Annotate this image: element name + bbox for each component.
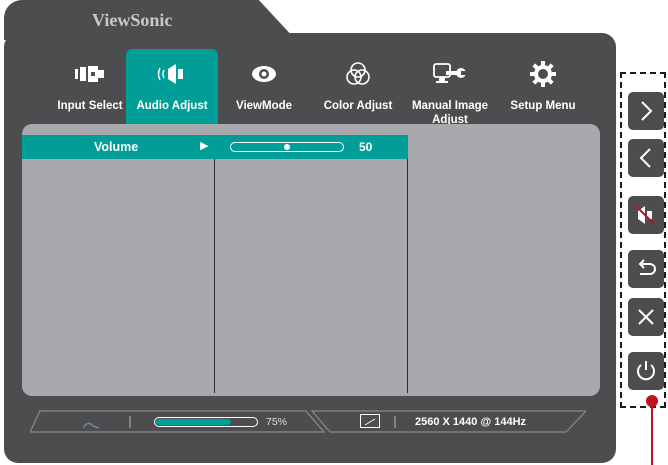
submenu-arrow-icon: ▶ bbox=[200, 140, 209, 152]
power-button[interactable] bbox=[628, 352, 664, 390]
mute-icon bbox=[635, 205, 655, 225]
brightness-percent: 75% bbox=[266, 416, 288, 428]
menu-label-setup-menu: Setup Menu bbox=[510, 100, 576, 112]
mute-button[interactable] bbox=[628, 196, 664, 234]
signal-icon bbox=[82, 417, 102, 429]
speaker-icon bbox=[126, 61, 218, 87]
gear-icon bbox=[497, 61, 589, 87]
callout-line bbox=[651, 402, 653, 465]
menu-label-input-select: Input Select bbox=[57, 100, 123, 112]
close-button[interactable] bbox=[628, 298, 664, 336]
resolution-readout: 2560 X 1440 @ 144Hz bbox=[415, 416, 527, 428]
volume-value: 50 bbox=[359, 140, 373, 154]
volume-slider-handle[interactable] bbox=[284, 144, 290, 150]
close-icon bbox=[638, 309, 654, 325]
brightness-bar-fill bbox=[156, 419, 231, 425]
power-icon bbox=[637, 361, 655, 381]
volume-label: Volume bbox=[94, 140, 139, 154]
callout-dot bbox=[646, 395, 658, 407]
brightness-bar bbox=[154, 417, 258, 427]
volume-slider[interactable] bbox=[230, 142, 344, 152]
aspect-ratio-icon bbox=[360, 414, 380, 428]
column-divider bbox=[214, 159, 215, 393]
menu-label-audio-adjust: Audio Adjust bbox=[136, 100, 208, 112]
chevron-right-icon bbox=[641, 101, 653, 121]
input-select-icon bbox=[44, 61, 136, 87]
eye-icon bbox=[218, 61, 310, 87]
submenu-row-volume[interactable]: Volume ▶ 50 bbox=[22, 135, 408, 159]
monitor-wrench-icon bbox=[404, 61, 496, 87]
menu-label-viewmode: ViewMode bbox=[235, 100, 293, 112]
left-button[interactable] bbox=[628, 139, 664, 177]
menu-label-color-adjust: Color Adjust bbox=[323, 100, 393, 112]
column-divider bbox=[407, 159, 408, 393]
submenu-content-area bbox=[22, 124, 600, 396]
right-button[interactable] bbox=[628, 92, 664, 130]
color-circles-icon bbox=[312, 61, 404, 87]
return-button[interactable] bbox=[628, 250, 664, 288]
brand-logo: ViewSonic bbox=[92, 10, 173, 30]
return-icon bbox=[638, 259, 656, 275]
chevron-left-icon bbox=[639, 148, 651, 168]
menu-label-manual-image-adjust: Manual Image Adjust bbox=[411, 100, 489, 126]
